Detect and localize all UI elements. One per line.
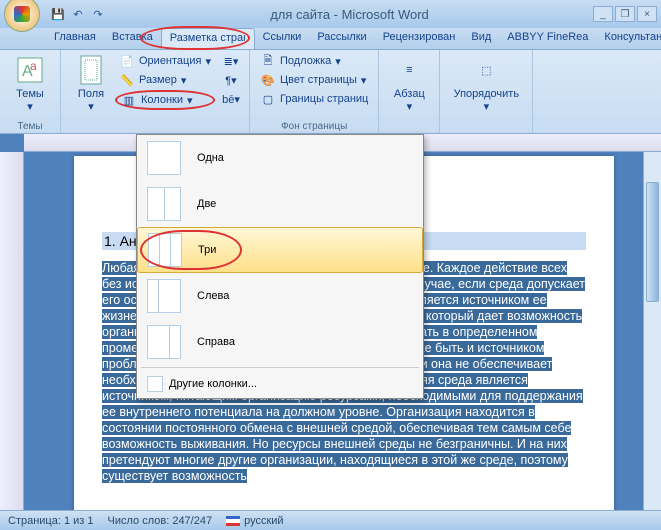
undo-icon[interactable]: ↶ bbox=[70, 6, 86, 22]
page-borders-button[interactable]: ▢ Границы страниц bbox=[256, 90, 372, 108]
group-themes: Aa Темы ▾ Темы bbox=[0, 50, 61, 133]
size-icon: 📏 bbox=[119, 72, 135, 88]
tab-references[interactable]: Ссылки bbox=[255, 28, 310, 49]
title-bar: 💾 ↶ ↷ для сайта - Microsoft Word _ ❐ × bbox=[0, 0, 661, 28]
tab-mailings[interactable]: Рассылки bbox=[309, 28, 374, 49]
columns-more-button[interactable]: Другие колонки... bbox=[137, 370, 423, 398]
columns-option-label: Слева bbox=[197, 290, 229, 302]
window-title: для сайта - Microsoft Word bbox=[106, 7, 593, 22]
status-language[interactable]: русский bbox=[226, 515, 283, 527]
save-icon[interactable]: 💾 bbox=[50, 6, 66, 22]
group-background-label: Фон страницы bbox=[256, 120, 372, 133]
columns-option-one[interactable]: Одна bbox=[137, 135, 423, 181]
columns-dropdown: Одна Две Три Слева Справа Другие колонки… bbox=[136, 134, 424, 399]
orientation-button[interactable]: 📄Ориентация ▾ bbox=[115, 52, 215, 70]
margins-icon bbox=[75, 54, 107, 86]
group-background: 🗎Подложка ▾ 🎨Цвет страницы ▾ ▢Границы ст… bbox=[250, 50, 379, 133]
quick-access-toolbar: 💾 ↶ ↷ bbox=[50, 6, 106, 22]
columns-option-two[interactable]: Две bbox=[137, 181, 423, 227]
page-color-button[interactable]: 🎨Цвет страницы ▾ bbox=[256, 71, 372, 89]
hyphenation-button[interactable]: bē▾ bbox=[219, 90, 243, 108]
svg-text:a: a bbox=[30, 59, 37, 73]
paragraph-label: Абзац bbox=[394, 88, 425, 100]
tab-page-layout[interactable]: Разметка страі bbox=[161, 28, 255, 49]
paragraph-button[interactable]: ≡ Абзац ▾ bbox=[385, 52, 433, 113]
columns-option-right[interactable]: Справа bbox=[137, 319, 423, 365]
tab-abbyy[interactable]: ABBYY FineRea bbox=[499, 28, 596, 49]
ribbon-tabs: Главная Вставка Разметка страі Ссылки Ра… bbox=[0, 28, 661, 50]
columns-option-label: Справа bbox=[197, 336, 235, 348]
group-themes-label: Темы bbox=[6, 120, 54, 133]
tab-consultant[interactable]: КонсультантП bbox=[596, 28, 661, 49]
orientation-label: Ориентация bbox=[139, 55, 201, 67]
themes-label: Темы bbox=[16, 88, 44, 100]
columns-option-label: Две bbox=[197, 198, 216, 210]
dropdown-separator bbox=[141, 367, 419, 368]
arrange-button[interactable]: ⬚ Упорядочить ▾ bbox=[446, 52, 526, 113]
columns-option-label: Три bbox=[198, 244, 216, 256]
page-color-label: Цвет страницы bbox=[280, 74, 357, 86]
tab-insert[interactable]: Вставка bbox=[104, 28, 161, 49]
size-button[interactable]: 📏Размер ▾ bbox=[115, 71, 215, 89]
columns-option-label: Одна bbox=[197, 152, 224, 164]
page-borders-icon: ▢ bbox=[260, 91, 276, 107]
ribbon: Aa Темы ▾ Темы Поля ▾ 📄 Ориентация ▾ 📏 Раз… bbox=[0, 50, 661, 134]
hyphenation-icon: bē▾ bbox=[223, 91, 239, 107]
line-numbers-button[interactable]: ¶▾ bbox=[219, 71, 243, 89]
watermark-label: Подложка bbox=[280, 55, 331, 67]
tab-view[interactable]: Вид bbox=[463, 28, 499, 49]
close-button[interactable]: × bbox=[637, 6, 657, 22]
columns-icon: ▥ bbox=[121, 92, 137, 108]
margins-label: Поля bbox=[78, 88, 104, 100]
columns-more-label: Другие колонки... bbox=[169, 378, 257, 390]
chevron-down-icon: ▾ bbox=[484, 100, 490, 113]
status-page[interactable]: Страница: 1 из 1 bbox=[8, 515, 94, 527]
tab-review[interactable]: Рецензирован bbox=[375, 28, 464, 49]
minimize-button[interactable]: _ bbox=[593, 6, 613, 22]
chevron-down-icon: ▾ bbox=[407, 100, 413, 113]
page-color-icon: 🎨 bbox=[260, 72, 276, 88]
scrollbar-thumb[interactable] bbox=[646, 182, 659, 302]
themes-button[interactable]: Aa Темы ▾ bbox=[6, 52, 54, 113]
columns-button[interactable]: ▥Колонки ▾ bbox=[115, 90, 215, 110]
chevron-down-icon: ▾ bbox=[27, 100, 33, 113]
redo-icon[interactable]: ↷ bbox=[90, 6, 106, 22]
size-label: Размер bbox=[139, 74, 177, 86]
columns-label: Колонки bbox=[141, 94, 183, 106]
margins-button[interactable]: Поля ▾ bbox=[67, 52, 115, 133]
group-paragraph: ≡ Абзац ▾ bbox=[379, 50, 440, 133]
watermark-button[interactable]: 🗎Подложка ▾ bbox=[256, 52, 372, 70]
line-numbers-icon: ¶▾ bbox=[223, 72, 239, 88]
group-arrange: ⬚ Упорядочить ▾ bbox=[440, 50, 533, 133]
orientation-icon: 📄 bbox=[119, 53, 135, 69]
paragraph-icon: ≡ bbox=[393, 54, 425, 86]
status-word-count[interactable]: Число слов: 247/247 bbox=[108, 515, 213, 527]
themes-icon: Aa bbox=[14, 54, 46, 86]
columns-option-left[interactable]: Слева bbox=[137, 273, 423, 319]
watermark-icon: 🗎 bbox=[260, 53, 276, 69]
arrange-icon: ⬚ bbox=[470, 54, 502, 86]
vertical-scrollbar[interactable] bbox=[643, 152, 661, 510]
status-bar: Страница: 1 из 1 Число слов: 247/247 рус… bbox=[0, 510, 661, 530]
chevron-down-icon: ▾ bbox=[88, 100, 94, 113]
page-borders-label: Границы страниц bbox=[280, 93, 368, 105]
group-page-setup: Поля ▾ 📄Ориентация ▾ 📏Размер ▾ ▥Колонки … bbox=[61, 50, 250, 133]
breaks-icon: ≣▾ bbox=[223, 53, 239, 69]
arrange-label: Упорядочить bbox=[454, 88, 519, 100]
columns-option-three[interactable]: Три bbox=[137, 227, 423, 273]
tab-home[interactable]: Главная bbox=[46, 28, 104, 49]
maximize-button[interactable]: ❐ bbox=[615, 6, 635, 22]
breaks-button[interactable]: ≣▾ bbox=[219, 52, 243, 70]
vertical-ruler[interactable] bbox=[0, 152, 24, 510]
